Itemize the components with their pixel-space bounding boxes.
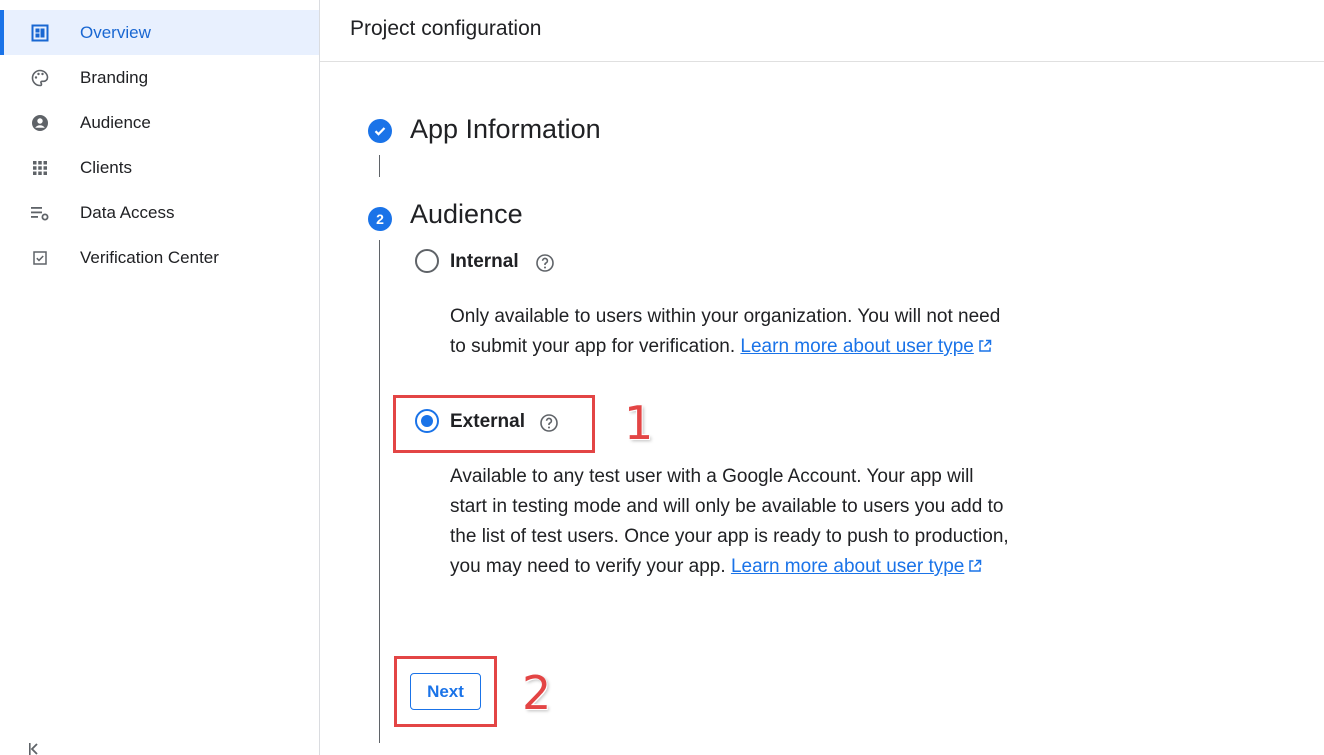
palette-icon xyxy=(30,68,50,88)
sidebar-item-overview[interactable]: Overview xyxy=(0,10,319,55)
internal-label[interactable]: Internal xyxy=(450,251,519,273)
help-icon[interactable] xyxy=(535,253,555,273)
step-title-app-information[interactable]: App Information xyxy=(410,114,601,145)
sidebar-item-label: Data Access xyxy=(80,202,175,222)
sidebar-item-label: Audience xyxy=(80,112,151,132)
person-icon xyxy=(30,113,50,133)
step-connector xyxy=(379,155,380,177)
sidebar-item-branding[interactable]: Branding xyxy=(0,55,319,100)
sidebar-item-label: Branding xyxy=(80,67,149,87)
internal-learn-more-link[interactable]: Learn more about user type xyxy=(740,336,973,357)
sidebar-item-audience[interactable]: Audience xyxy=(0,100,319,145)
sidebar-item-label: Overview xyxy=(80,22,151,42)
external-link-icon xyxy=(978,333,992,352)
annotation-marker-2: 2 xyxy=(522,666,552,720)
page-header: Project configuration xyxy=(320,0,1324,62)
annotation-box-next xyxy=(394,656,497,727)
dashboard-icon xyxy=(30,23,50,43)
sidebar-item-label: Verification Center xyxy=(80,247,219,267)
external-learn-more-link[interactable]: Learn more about user type xyxy=(731,556,964,577)
internal-description: Only available to users within your orga… xyxy=(450,302,1010,362)
annotation-box-external xyxy=(393,395,595,453)
external-link-icon xyxy=(968,553,982,572)
apps-grid-icon xyxy=(30,158,50,178)
internal-radio[interactable] xyxy=(415,249,439,273)
list-settings-icon xyxy=(30,203,50,223)
step-complete-check-icon xyxy=(368,119,392,143)
step-number-badge: 2 xyxy=(368,207,392,231)
collapse-sidebar-icon[interactable] xyxy=(28,742,48,755)
sidebar-item-clients[interactable]: Clients xyxy=(0,145,319,190)
step-title-audience: Audience xyxy=(410,199,523,229)
external-description: Available to any test user with a Google… xyxy=(450,462,1010,582)
step-connector xyxy=(379,240,380,743)
page-title: Project configuration xyxy=(350,17,542,40)
sidebar-item-label: Clients xyxy=(80,157,132,177)
sidebar: Overview Branding Audience Clients Data … xyxy=(0,0,320,755)
sidebar-item-verification-center[interactable]: Verification Center xyxy=(0,235,319,280)
annotation-marker-1: 1 xyxy=(624,396,654,450)
checkbox-icon xyxy=(30,248,50,268)
sidebar-item-data-access[interactable]: Data Access xyxy=(0,190,319,235)
sidebar-nav: Overview Branding Audience Clients Data … xyxy=(0,10,319,280)
